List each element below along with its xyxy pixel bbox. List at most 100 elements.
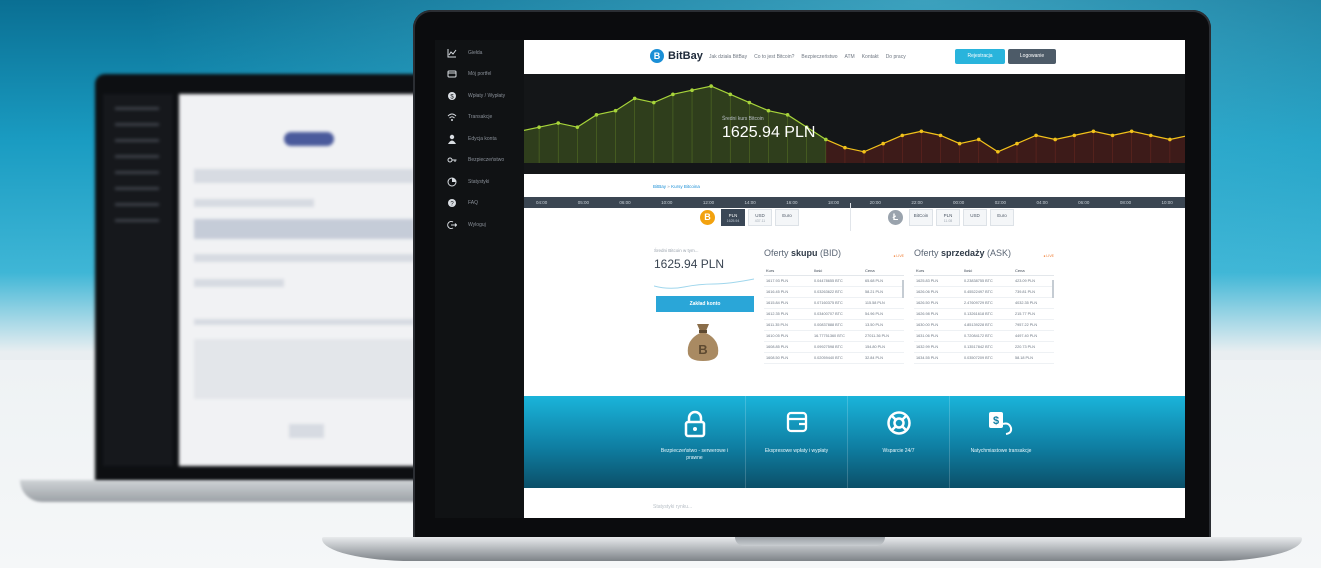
chart-point[interactable]: [575, 125, 580, 129]
sidebar-item-wallet[interactable]: Mój portfel: [435, 64, 524, 86]
nav-link[interactable]: ATM: [845, 54, 855, 60]
table-row[interactable]: 1615.84 PLN 0.07160375 BTC 115.58 PLN: [764, 298, 904, 309]
chart-point[interactable]: [671, 92, 675, 97]
chart-point[interactable]: [709, 84, 713, 88]
table-row[interactable]: 1631.06 PLN 0.72084172 BTC 4497.40 PLN: [914, 331, 1054, 342]
open-account-button[interactable]: Zakład konto: [656, 296, 754, 312]
nav-link[interactable]: Do pracy: [886, 54, 906, 60]
sidebar-item-security[interactable]: Bezpieczeństwo: [435, 150, 524, 172]
chart-point[interactable]: [1015, 141, 1019, 146]
register-button[interactable]: Rejestracja: [955, 49, 1005, 64]
table-row[interactable]: 1612.35 PLN 0.03400707 BTC 54.96 PLN: [764, 309, 904, 320]
site-header: B BitBay Jak działa BitBay Co to jest Bi…: [524, 40, 1185, 74]
bottom-strip: Statystyki rynku...: [524, 488, 1185, 518]
chart-point[interactable]: [1053, 137, 1057, 142]
column-header[interactable]: Ilość: [812, 266, 863, 275]
table-cell: 1615.84 PLN: [766, 301, 789, 305]
currency-tab-usd[interactable]: USD 437.11: [748, 209, 772, 226]
chart-point[interactable]: [957, 141, 962, 146]
column-header[interactable]: Kurs: [914, 266, 962, 275]
table-cell: 54.96 PLN: [865, 312, 883, 316]
currency-code: USD: [970, 213, 980, 218]
nav-link[interactable]: Kontakt: [862, 54, 879, 60]
chart-point[interactable]: [900, 133, 905, 138]
table-cell: 0.03400707 BTC: [814, 312, 843, 316]
table-cell: 1626.98 PLN: [916, 312, 939, 316]
sidebar-item-faq[interactable]: ? FAQ: [435, 193, 524, 215]
table-row[interactable]: 1625.83 PLN 0.23838755 BTC 423.09 PLN: [914, 276, 1054, 287]
chart-point[interactable]: [862, 149, 866, 154]
chart-point[interactable]: [938, 133, 943, 138]
chart-point[interactable]: [976, 137, 981, 142]
table-row[interactable]: 1608.85 PLN 0.09927598 BTC 154.80 PLN: [764, 342, 904, 353]
sidebar-item-label: Mój portfel: [468, 71, 492, 78]
chart-point[interactable]: [537, 125, 541, 129]
table-row[interactable]: 1626.50 PLN 2.47609729 BTC 4032.35 PLN: [914, 298, 1054, 309]
chart-point[interactable]: [996, 149, 1000, 154]
chart-point[interactable]: [747, 100, 752, 105]
table-row[interactable]: 1616.45 PLN 0.03263622 BTC 58.21 PLN: [764, 287, 904, 298]
chart-point[interactable]: [881, 141, 885, 146]
chart-point[interactable]: [556, 121, 561, 125]
table-row[interactable]: 1632.99 PLN 0.13517842 BTC 220.73 PLN: [914, 342, 1054, 353]
currency-tab-usd[interactable]: USD: [963, 209, 987, 226]
chart-point[interactable]: [843, 145, 847, 150]
chart-point[interactable]: [1168, 137, 1172, 142]
bid-title: Oferty skupu (BID): [764, 248, 904, 262]
currency-tab-euro[interactable]: Euro: [775, 209, 799, 226]
nav-link[interactable]: Bezpieczeństwo: [801, 54, 837, 60]
chart-point[interactable]: [594, 113, 599, 117]
column-header[interactable]: Cena: [1013, 266, 1049, 275]
time-tick-label: 02:00: [994, 200, 1006, 205]
chart-point[interactable]: [785, 113, 790, 117]
currency-tab-euro[interactable]: Euro: [990, 209, 1014, 226]
sidebar-item-transactions[interactable]: Transakcje: [435, 107, 524, 129]
laptop-screen: Giełda Mój portfel $ Wpłaty / Wypłaty Tr…: [435, 40, 1185, 518]
chart-point[interactable]: [1091, 129, 1096, 134]
column-header[interactable]: Ilość: [962, 266, 1013, 275]
table-row[interactable]: 1610.05 PLN 16.77751360 BTC 27011.36 PLN: [764, 331, 904, 342]
time-tick-label: 14:00: [744, 200, 756, 205]
chart-point[interactable]: [824, 137, 828, 142]
currency-tab-pln[interactable]: PLN 1625.94: [721, 209, 745, 226]
scrollbar[interactable]: [902, 280, 904, 298]
table-row[interactable]: 1608.50 PLN 0.02059440 BTC 32.84 PLN: [764, 353, 904, 364]
table-row[interactable]: 1626.98 PLN 0.13261618 BTC 215.77 PLN: [914, 309, 1054, 320]
chart-point[interactable]: [632, 96, 637, 101]
table-cell: 0.72084172 BTC: [964, 334, 993, 338]
column-header[interactable]: Kurs: [764, 266, 812, 275]
sidebar-item-stats[interactable]: Statystyki: [435, 171, 524, 193]
sidebar-item-deposits[interactable]: $ Wpłaty / Wypłaty: [435, 85, 524, 107]
table-row[interactable]: 1634.55 PLN 0.03507209 BTC 58.18 PLN: [914, 353, 1054, 364]
currency-code: Euro: [782, 213, 792, 218]
sidebar-item-account[interactable]: Edycja konta: [435, 128, 524, 150]
nav-link[interactable]: Co to jest Bitcoin?: [754, 54, 794, 60]
column-header[interactable]: Cena: [863, 266, 899, 275]
lock-icon: [644, 410, 745, 440]
sidebar-item-logout[interactable]: Wyloguj: [435, 214, 524, 236]
nav-link[interactable]: Jak działa BitBay: [709, 54, 747, 60]
scrollbar[interactable]: [1052, 280, 1054, 298]
chart-point[interactable]: [1034, 133, 1038, 138]
login-button[interactable]: Logowanie: [1008, 49, 1056, 64]
chart-point[interactable]: [728, 92, 733, 97]
chart-point[interactable]: [613, 108, 618, 113]
breadcrumb-current[interactable]: Kursy Bitcoina: [671, 184, 700, 189]
sidebar-item-exchange[interactable]: Giełda: [435, 42, 524, 64]
chart-point[interactable]: [690, 88, 694, 93]
table-row[interactable]: 1630.00 PLN 4.85139228 BTC 7957.22 PLN: [914, 320, 1054, 331]
chart-point[interactable]: [1148, 133, 1153, 138]
table-row[interactable]: 1617.93 PLN 0.04478655 BTC 65.68 PLN: [764, 276, 904, 287]
chart-point[interactable]: [1110, 133, 1115, 138]
chart-point[interactable]: [1129, 129, 1134, 134]
breadcrumb-home[interactable]: BitBay: [653, 184, 666, 189]
chart-point[interactable]: [766, 108, 771, 113]
chart-point[interactable]: [1072, 133, 1077, 138]
chart-point[interactable]: [919, 129, 924, 134]
chart-point[interactable]: [652, 100, 656, 105]
currency-tab-pln[interactable]: PLN 11.08: [936, 209, 960, 226]
brand-logo[interactable]: B BitBay: [650, 49, 703, 63]
table-row[interactable]: 1626.06 PLN 0.45522497 BTC 739.81 PLN: [914, 287, 1054, 298]
currency-tab-bitcoin[interactable]: BitCoin: [909, 209, 933, 226]
table-row[interactable]: 1611.35 PLN 0.00837888 BTC 13.50 PLN: [764, 320, 904, 331]
